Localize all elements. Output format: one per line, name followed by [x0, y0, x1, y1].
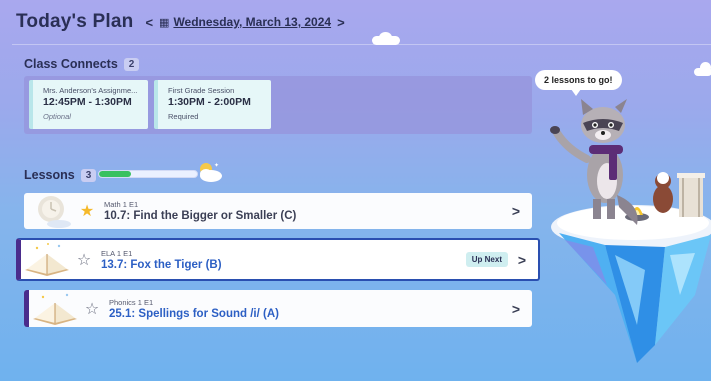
header: Today's Plan < ▦ Wednesday, March 13, 20…: [0, 0, 711, 44]
mascot-speech-bubble: 2 lessons to go!: [535, 70, 622, 96]
page-title: Today's Plan: [16, 11, 134, 32]
class-connect-time: 12:45PM - 1:30PM: [43, 96, 132, 108]
class-connects-title: Class Connects: [24, 57, 118, 71]
chevron-right-icon[interactable]: >: [506, 203, 526, 219]
star-outline-icon: ☆: [76, 251, 92, 269]
cloud-decoration: [372, 32, 400, 45]
chevron-right-icon[interactable]: >: [506, 301, 526, 317]
next-day-button[interactable]: >: [335, 15, 347, 30]
raccoon-mascot-illustration: [550, 99, 711, 363]
class-connect-card[interactable]: Mrs. Anderson's Assignme... 12:45PM - 1:…: [29, 80, 148, 129]
lessons-title: Lessons: [24, 168, 75, 182]
lesson-name: 10.7: Find the Bigger or Smaller (C): [104, 210, 297, 222]
lesson-thumbnail: [21, 240, 73, 279]
lessons-progress-bar: [98, 170, 198, 178]
class-connects-count: 2: [123, 57, 140, 71]
lesson-thumbnail: [24, 193, 76, 229]
date-link[interactable]: Wednesday, March 13, 2024: [173, 15, 331, 29]
chevron-right-icon[interactable]: >: [512, 252, 532, 268]
class-connect-title: Mrs. Anderson's Assignme...: [43, 86, 138, 95]
calendar-icon[interactable]: ▦: [159, 16, 169, 29]
star-filled-icon: ★: [79, 203, 95, 220]
lesson-row-ela[interactable]: ☆ ELA 1 E1 13.7: Fox the Tiger (B) Up Ne…: [16, 238, 540, 281]
cloud-decoration: [690, 62, 711, 76]
svg-text:✦: ✦: [214, 162, 219, 169]
lessons-count: 3: [80, 168, 97, 182]
prev-day-button[interactable]: <: [143, 15, 155, 30]
header-divider: [12, 44, 711, 45]
lesson-row-phonics[interactable]: ☆ Phonics 1 E1 25.1: Spellings for Sound…: [24, 290, 532, 327]
lesson-subject: Math 1 E1: [104, 200, 139, 209]
class-connect-requirement: Required: [168, 112, 199, 121]
sun-cloud-icon: ✦: [200, 162, 222, 182]
class-connect-title: First Grade Session: [168, 86, 235, 95]
lesson-name: 13.7: Fox the Tiger (B): [101, 258, 222, 271]
star-outline-icon: ☆: [84, 300, 100, 318]
lessons-progress-fill: [99, 171, 132, 177]
lesson-row-math[interactable]: ★ Math 1 E1 10.7: Find the Bigger or Sma…: [24, 193, 532, 229]
class-connect-card[interactable]: First Grade Session 1:30PM - 2:00PM Requ…: [154, 80, 271, 129]
lesson-name: 25.1: Spellings for Sound /i/ (A): [109, 307, 279, 320]
lessons-heading: Lessons 3: [24, 168, 97, 182]
class-connect-requirement: Optional: [43, 112, 71, 121]
lesson-subject: Phonics 1 E1: [109, 297, 154, 307]
class-connect-time: 1:30PM - 2:00PM: [168, 96, 251, 108]
up-next-badge: Up Next: [465, 252, 508, 267]
class-connects-heading: Class Connects 2: [24, 57, 140, 71]
date-navigator: < ▦ Wednesday, March 13, 2024 >: [143, 15, 346, 30]
lesson-subject: ELA 1 E1: [101, 248, 133, 258]
lesson-thumbnail: [29, 290, 81, 327]
